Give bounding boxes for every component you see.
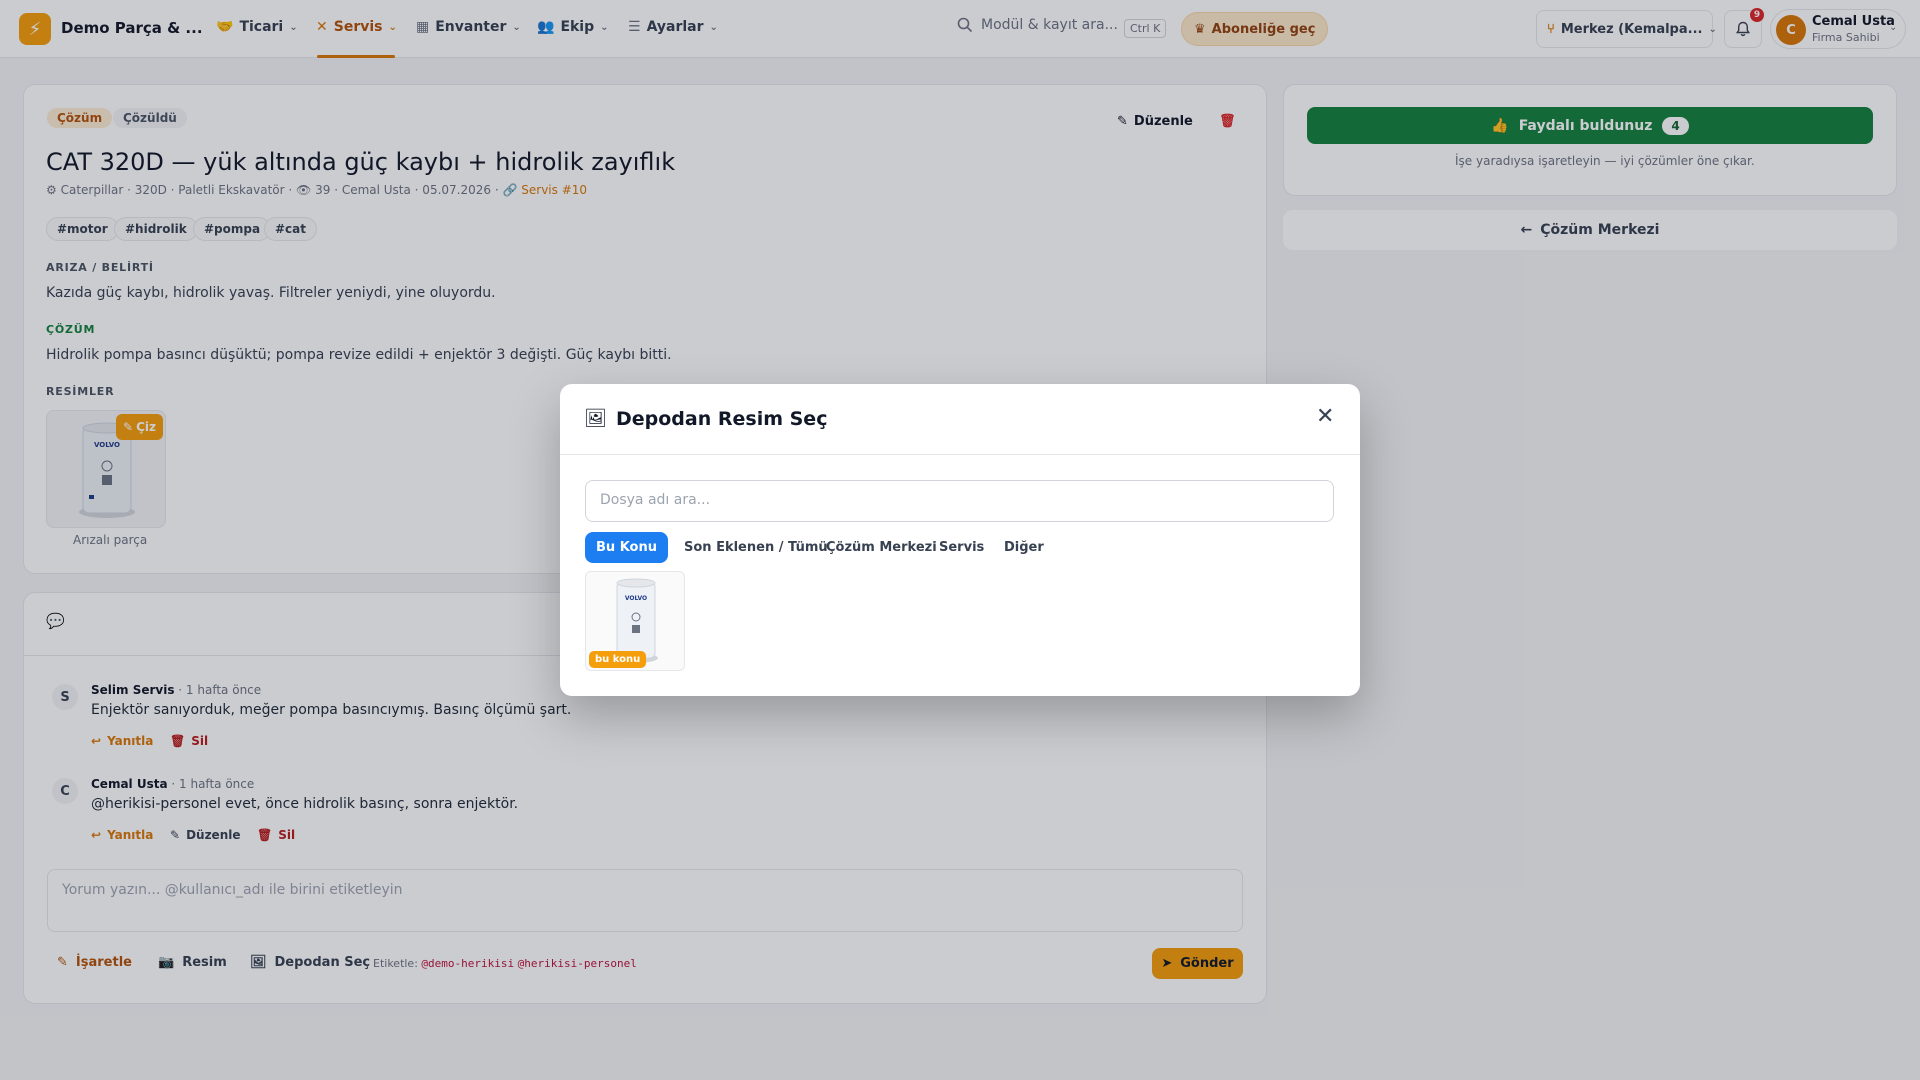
tab-bu-konu[interactable]: Bu Konu [585,532,668,563]
tab-son-eklenen[interactable]: Son Eklenen / Tümü [673,532,839,563]
svg-text:VOLVO: VOLVO [625,595,647,602]
images-icon: 🖼 [584,408,607,429]
file-search-input[interactable]: Dosya adı ara... [585,480,1334,522]
image-picker-modal: 🖼 Depodan Resim Seç ✕ Dosya adı ara... B… [560,384,1360,696]
this-topic-badge: bu konu [589,651,647,668]
modal-title: Depodan Resim Seç [616,408,828,430]
tab-servis[interactable]: Servis [928,532,995,563]
modal-header: 🖼 Depodan Resim Seç ✕ [560,384,1360,455]
close-icon[interactable]: ✕ [1316,404,1334,429]
tab-diger[interactable]: Diğer [993,532,1055,563]
